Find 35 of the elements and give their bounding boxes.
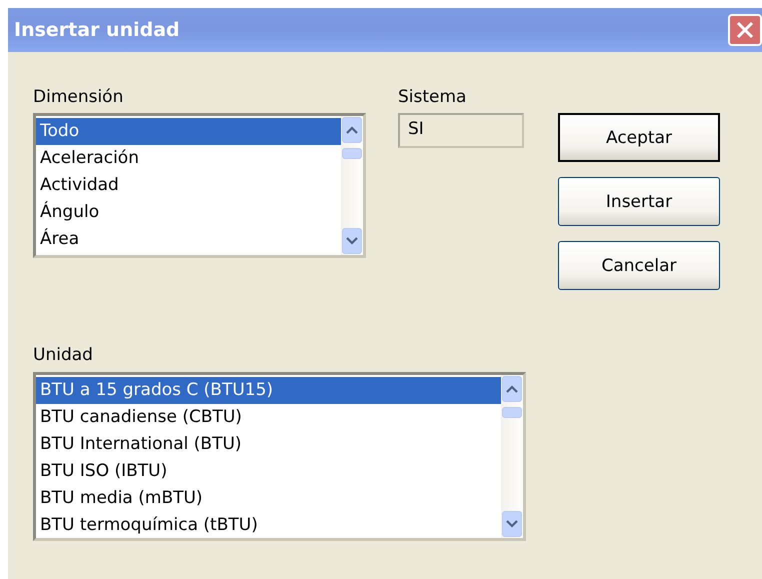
- dialog-button[interactable]: Insertar: [558, 177, 720, 226]
- list-item[interactable]: BTU ISO (IBTU): [36, 458, 501, 485]
- list-item[interactable]: BTU media (mBTU): [36, 485, 501, 512]
- list-item[interactable]: BTU termoquímica (tBTU): [36, 512, 501, 538]
- scroll-up-button[interactable]: [342, 117, 362, 143]
- chevron-up-icon: [506, 385, 518, 393]
- list-item[interactable]: BTU canadiense (CBTU): [36, 404, 501, 431]
- list-item[interactable]: BTU a 15 grados C (BTU15): [36, 377, 501, 404]
- unit-list[interactable]: BTU a 15 grados C (BTU15) BTU canadiense (CBTU) BTU International (BTU) BTU ISO (IBTU) BTU media (mBTU) BTU termoquímica (tBTU): [33, 372, 526, 541]
- scrollbar[interactable]: [501, 375, 523, 538]
- system-field: SI: [398, 113, 524, 148]
- scrollbar[interactable]: [341, 116, 363, 255]
- list-item[interactable]: Todo: [36, 118, 341, 145]
- list-item[interactable]: Área: [36, 226, 341, 253]
- scroll-thumb[interactable]: [342, 148, 362, 159]
- close-icon: [735, 20, 755, 40]
- dimension-list[interactable]: Todo Aceleración Actividad Ángulo Área: [33, 113, 366, 258]
- dialog-button[interactable]: Aceptar: [558, 113, 720, 162]
- scroll-thumb[interactable]: [502, 407, 522, 418]
- window-title: Insertar unidad: [14, 19, 180, 41]
- chevron-down-icon: [506, 520, 518, 528]
- unit-label: Unidad: [33, 344, 94, 366]
- chevron-down-icon: [346, 237, 358, 245]
- list-item[interactable]: Aceleración: [36, 145, 341, 172]
- system-label: Sistema: [398, 86, 468, 108]
- close-button[interactable]: [728, 14, 762, 46]
- dialog-button[interactable]: Cancelar: [558, 241, 720, 290]
- dimension-label: Dimensión: [33, 86, 124, 108]
- list-item[interactable]: Ángulo: [36, 199, 341, 226]
- scroll-down-button[interactable]: [502, 511, 522, 537]
- scroll-down-button[interactable]: [342, 228, 362, 254]
- chevron-up-icon: [346, 126, 358, 134]
- list-item[interactable]: BTU International (BTU): [36, 431, 501, 458]
- scroll-up-button[interactable]: [502, 376, 522, 402]
- list-item[interactable]: Actividad: [36, 172, 341, 199]
